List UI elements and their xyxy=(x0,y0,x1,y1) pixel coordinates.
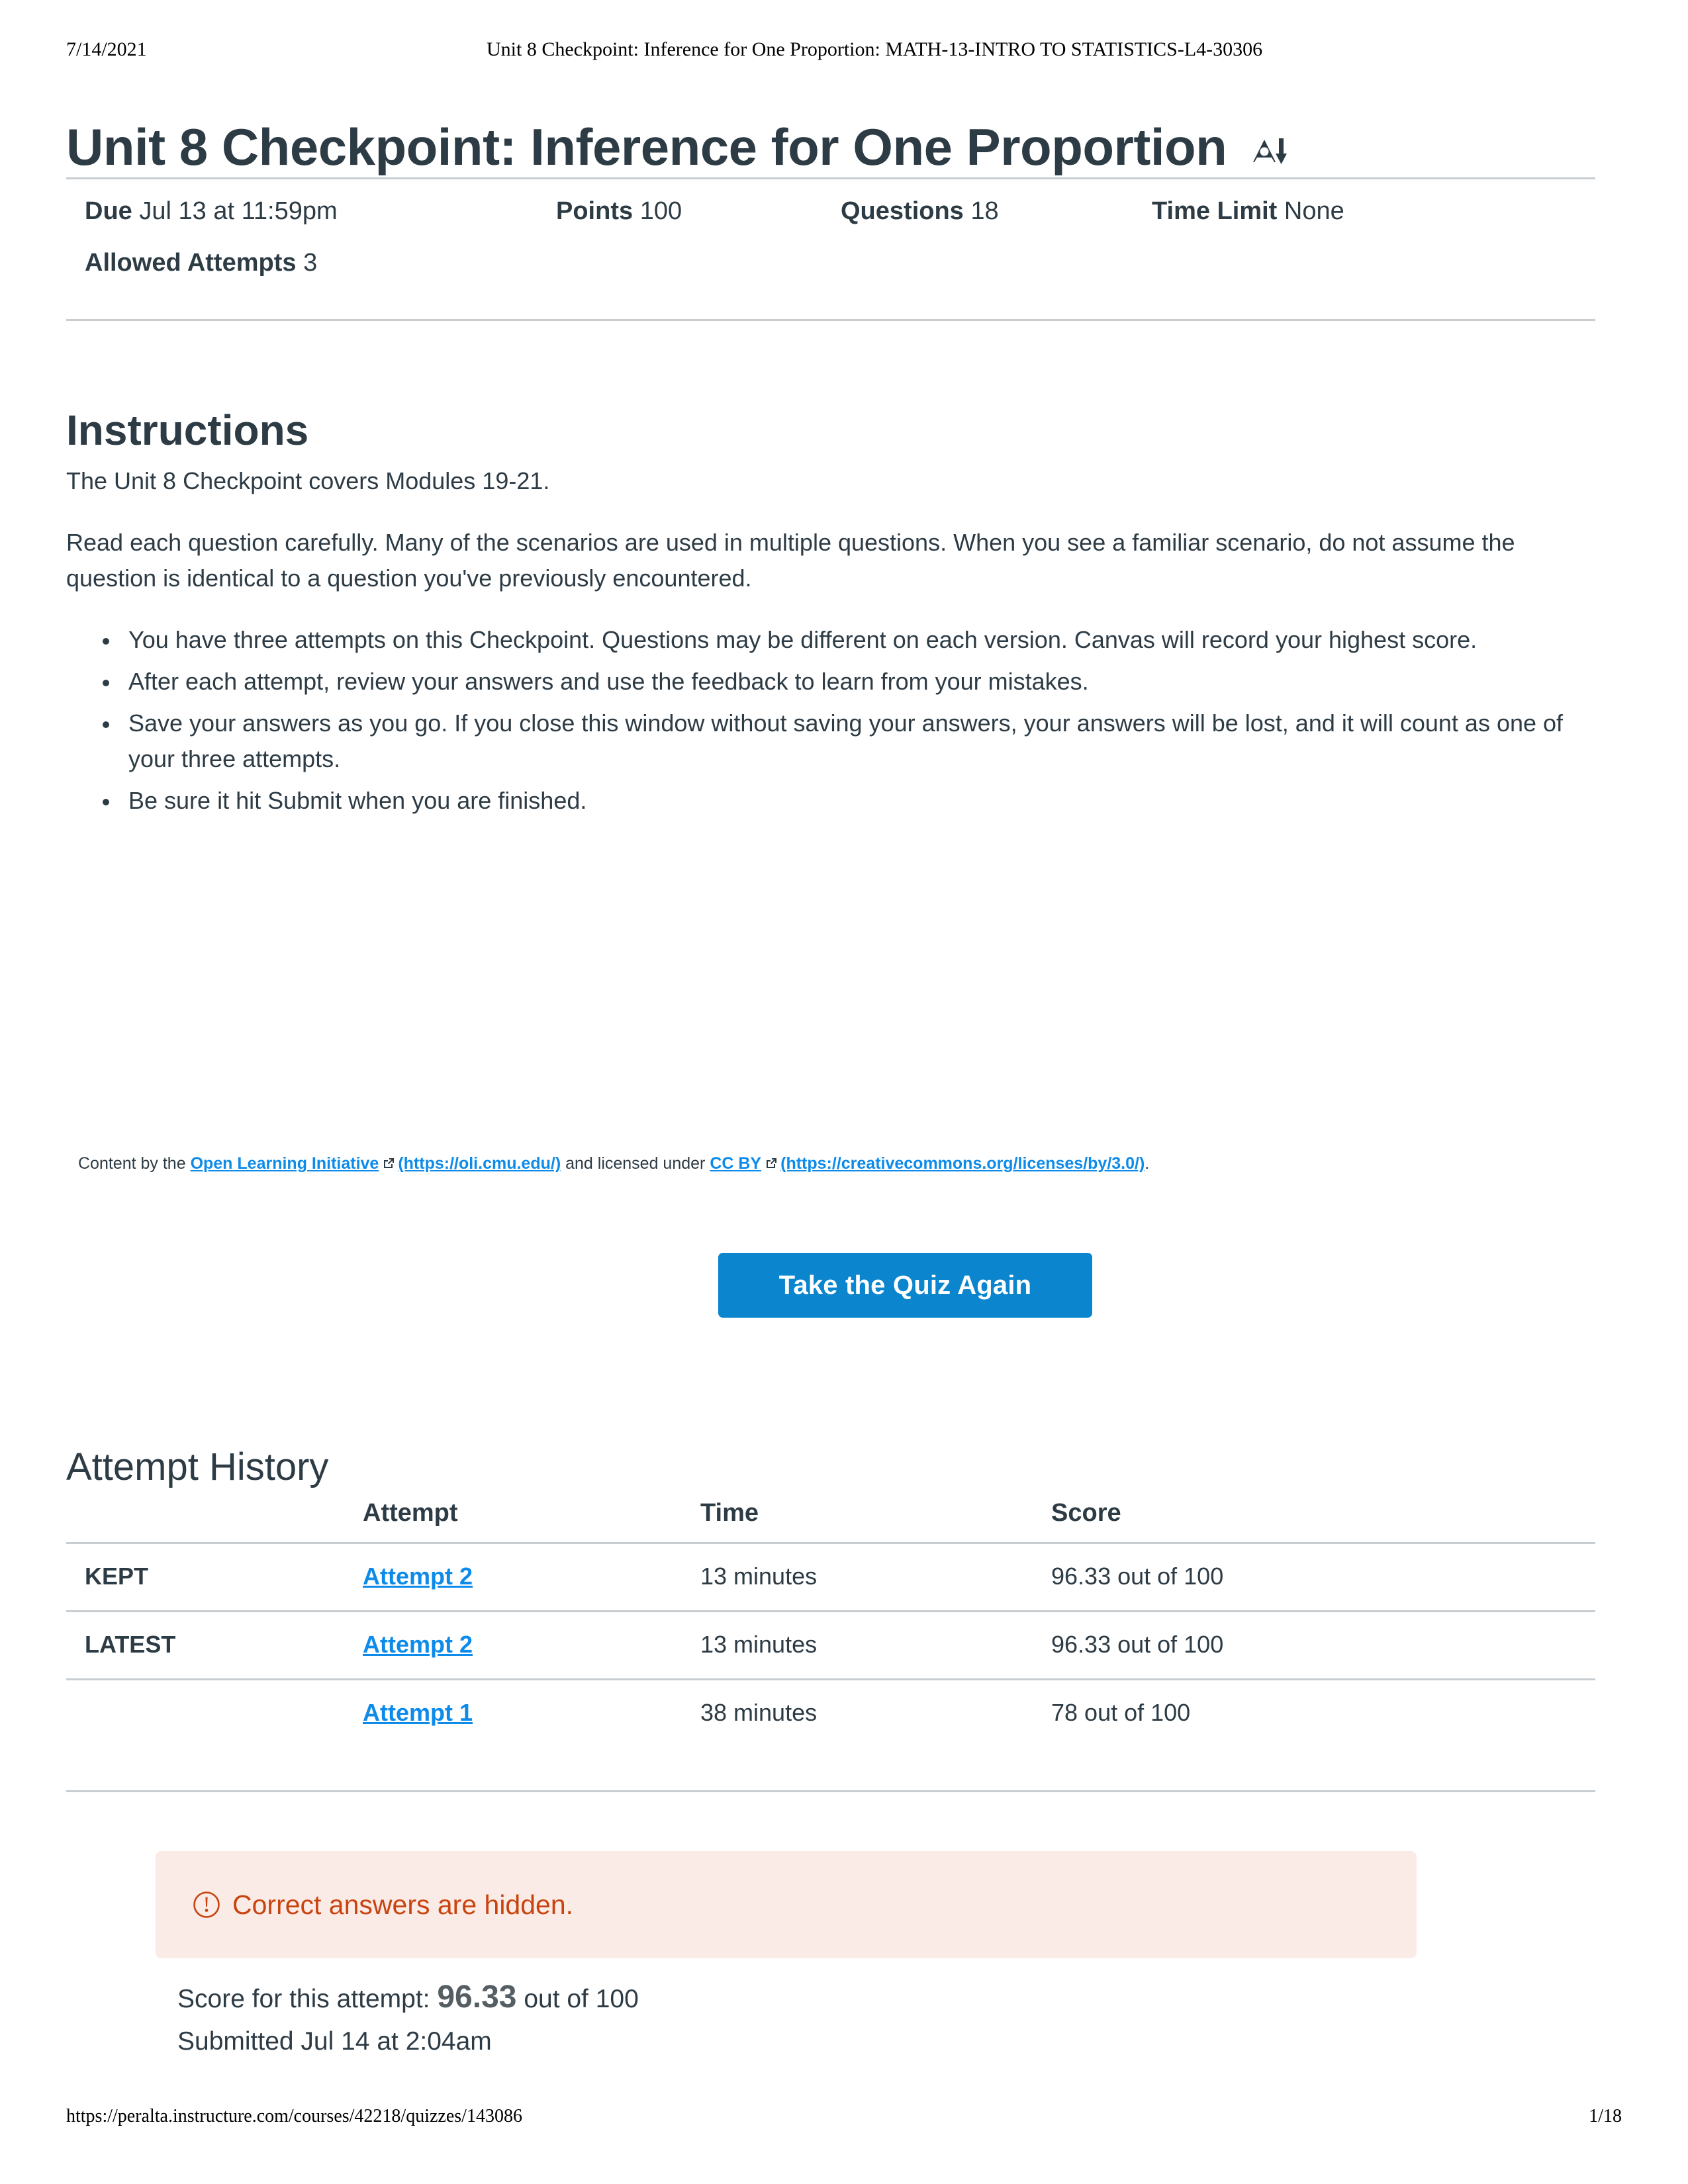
column-header-attempt: Attempt xyxy=(363,1499,458,1527)
accessibility-person-down-icon[interactable] xyxy=(1249,132,1289,171)
attempt-history-tbody: KEPT Attempt 2 13 minutes 96.33 out of 1… xyxy=(66,1543,1595,1792)
attempt-tag: LATEST xyxy=(66,1611,363,1680)
attribution-prefix: Content by the xyxy=(78,1154,191,1173)
attempt-history-heading: Attempt History xyxy=(66,1445,329,1489)
meta-questions-value: 18 xyxy=(970,197,999,225)
attribution-line: Content by the Open Learning Initiative (… xyxy=(78,1153,1614,1175)
oli-url-text[interactable]: (https://oli.cmu.edu/) xyxy=(398,1154,561,1173)
alert-message: Correct answers are hidden. xyxy=(232,1889,574,1920)
attempt-link[interactable]: Attempt 2 xyxy=(363,1631,473,1658)
print-footer: https://peralta.instructure.com/courses/… xyxy=(0,2106,1688,2132)
attempt-score: 96.33 out of 100 xyxy=(1051,1543,1595,1612)
hidden-answers-alert: Correct answers are hidden. xyxy=(156,1851,1417,1958)
table-row: LATEST Attempt 2 13 minutes 96.33 out of… xyxy=(66,1611,1595,1680)
open-learning-initiative-link[interactable]: Open Learning Initiative xyxy=(191,1154,379,1173)
instructions-heading: Instructions xyxy=(66,406,309,455)
quiz-title-row: Unit 8 Checkpoint: Inference for One Pro… xyxy=(66,86,1595,209)
external-link-icon xyxy=(765,1154,778,1168)
score-for-attempt: Score for this attempt: 96.33 out of 100 xyxy=(177,1979,639,2015)
meta-due-label: Due xyxy=(85,197,132,225)
submitted-timestamp: Submitted Jul 14 at 2:04am xyxy=(177,2027,492,2056)
attempt-score: 78 out of 100 xyxy=(1051,1679,1595,1792)
quiz-print-page: 7/14/2021 Unit 8 Checkpoint: Inference f… xyxy=(0,0,1688,2184)
meta-time-limit: Time Limit None xyxy=(1152,199,1344,224)
print-header: 7/14/2021 Unit 8 Checkpoint: Inference f… xyxy=(0,38,1688,65)
meta-due: Due Jul 13 at 11:59pm xyxy=(85,199,338,224)
take-quiz-again-button[interactable]: Take the Quiz Again xyxy=(718,1253,1092,1318)
score-prefix: Score for this attempt: xyxy=(177,1985,430,2013)
divider-meta xyxy=(66,319,1595,321)
meta-allowed-attempts-value: 3 xyxy=(303,249,318,277)
attribution-middle: and licensed under xyxy=(561,1154,710,1173)
meta-allowed-attempts: Allowed Attempts 3 xyxy=(85,250,317,275)
attempt-history-thead: Attempt Time Score xyxy=(66,1499,1595,1543)
cc-by-link[interactable]: CC BY xyxy=(710,1154,761,1173)
attribution-suffix: . xyxy=(1145,1154,1150,1173)
list-item: Be sure it hit Submit when you are finis… xyxy=(120,783,1595,819)
meta-due-value: Jul 13 at 11:59pm xyxy=(139,197,338,225)
table-row: Attempt 1 38 minutes 78 out of 100 xyxy=(66,1679,1595,1792)
attempt-link[interactable]: Attempt 2 xyxy=(363,1563,473,1590)
column-header-score: Score xyxy=(1051,1499,1121,1527)
cc-by-url-text[interactable]: (https://creativecommons.org/licenses/by… xyxy=(780,1154,1145,1173)
page-title: Unit 8 Checkpoint: Inference for One Pro… xyxy=(66,118,1227,177)
column-header-tag xyxy=(66,1499,363,1543)
instructions-paragraph-2: Read each question carefully. Many of th… xyxy=(66,528,1515,592)
list-item: You have three attempts on this Checkpoi… xyxy=(120,622,1595,659)
attempt-link[interactable]: Attempt 1 xyxy=(363,1699,473,1726)
list-item: Save your answers as you go. If you clos… xyxy=(120,705,1595,778)
print-footer-page-number: 1/18 xyxy=(1589,2106,1622,2126)
meta-time-limit-value: None xyxy=(1284,197,1344,225)
score-suffix: out of 100 xyxy=(524,1985,639,2013)
list-item: After each attempt, review your answers … xyxy=(120,664,1595,700)
instructions-bullet-list: You have three attempts on this Checkpoi… xyxy=(66,622,1595,819)
print-header-date: 7/14/2021 xyxy=(66,38,147,60)
table-header-row: Attempt Time Score xyxy=(66,1499,1595,1543)
attempt-time: 13 minutes xyxy=(700,1543,1051,1612)
meta-points-label: Points xyxy=(556,197,633,225)
meta-points-value: 100 xyxy=(639,197,682,225)
instructions-paragraph-1: The Unit 8 Checkpoint covers Modules 19-… xyxy=(66,467,550,494)
meta-points: Points 100 xyxy=(556,199,682,224)
meta-questions: Questions 18 xyxy=(841,199,999,224)
attempt-time: 38 minutes xyxy=(700,1679,1051,1792)
print-header-title: Unit 8 Checkpoint: Inference for One Pro… xyxy=(487,38,1263,60)
attempt-time: 13 minutes xyxy=(700,1611,1051,1680)
instructions-body: The Unit 8 Checkpoint covers Modules 19-… xyxy=(66,463,1595,825)
status-badge: 96.33 xyxy=(437,1979,517,2015)
attempt-tag: KEPT xyxy=(66,1543,363,1612)
meta-questions-label: Questions xyxy=(841,197,964,225)
warning-circle-icon xyxy=(193,1891,220,1919)
column-header-time: Time xyxy=(700,1499,759,1527)
attempt-score: 96.33 out of 100 xyxy=(1051,1611,1595,1680)
table-row: KEPT Attempt 2 13 minutes 96.33 out of 1… xyxy=(66,1543,1595,1612)
attempt-tag xyxy=(66,1679,363,1792)
meta-allowed-attempts-label: Allowed Attempts xyxy=(85,249,297,277)
attempt-history-table: Attempt Time Score KEPT Attempt 2 13 min… xyxy=(66,1499,1595,1792)
print-footer-url: https://peralta.instructure.com/courses/… xyxy=(66,2106,522,2126)
divider-top xyxy=(66,177,1595,179)
quiz-meta: Due Jul 13 at 11:59pm Points 100 Questio… xyxy=(66,199,1595,275)
external-link-icon xyxy=(383,1154,395,1168)
meta-time-limit-label: Time Limit xyxy=(1152,197,1278,225)
